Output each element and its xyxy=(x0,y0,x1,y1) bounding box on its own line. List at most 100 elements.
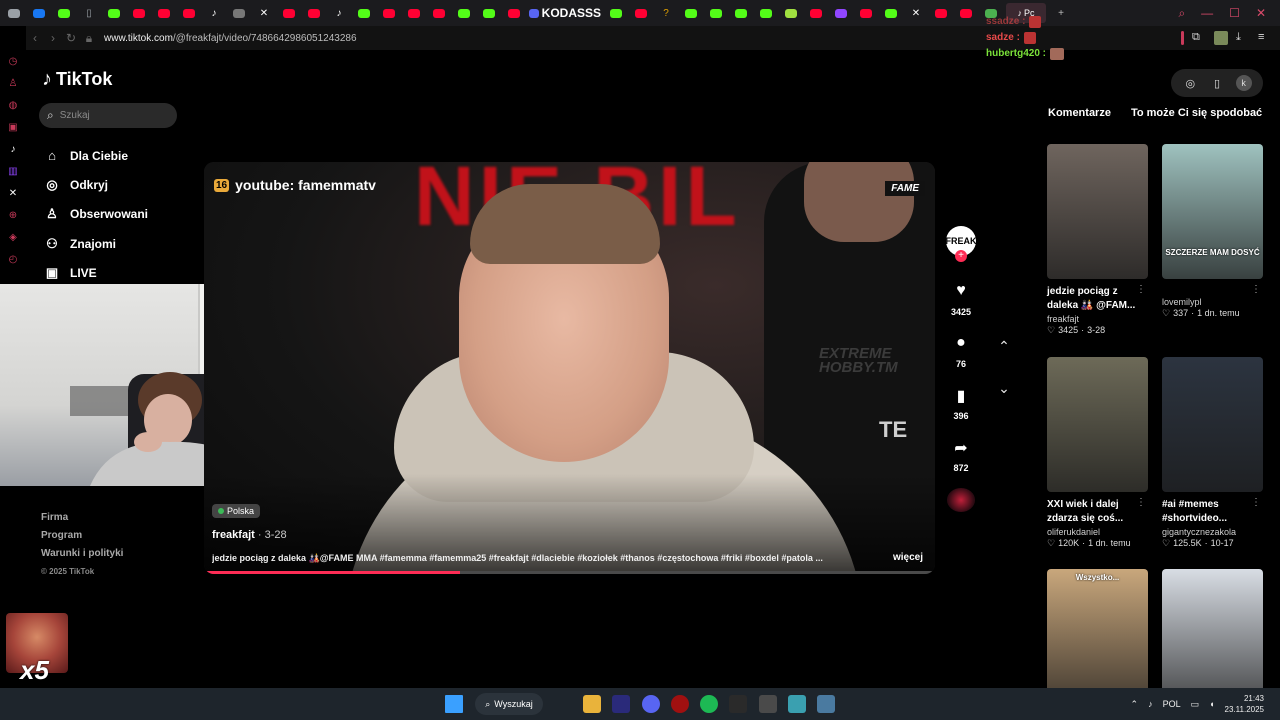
calculator-icon[interactable] xyxy=(817,695,835,713)
video-thumbnail[interactable] xyxy=(1162,569,1263,704)
volume-icon[interactable]: ◖ xyxy=(1209,699,1214,709)
video-author[interactable]: freakfajt · 3-28 xyxy=(212,529,287,541)
app-icon[interactable] xyxy=(729,695,747,713)
device-icon[interactable]: ▯ xyxy=(1209,75,1225,91)
browser-tab[interactable]: ? xyxy=(656,3,676,23)
more-button[interactable]: więcej xyxy=(893,552,923,563)
history-icon[interactable]: ◷ xyxy=(6,54,20,68)
maximize-icon[interactable]: ☐ xyxy=(1229,6,1240,20)
browser-tab[interactable] xyxy=(129,3,149,23)
cube-icon[interactable]: ◈ xyxy=(6,230,20,244)
reload-icon[interactable]: ↻ xyxy=(62,31,80,45)
browser-tab[interactable] xyxy=(29,3,49,23)
video-progress-bar[interactable] xyxy=(204,571,935,574)
close-icon[interactable]: ✕ xyxy=(1256,6,1266,20)
search-tabs-icon[interactable]: ⌕ xyxy=(1178,6,1185,21)
browser-tab[interactable] xyxy=(756,3,776,23)
footer-link-program[interactable]: Program xyxy=(41,527,123,545)
video-thumbnail[interactable]: SZCZERZE MAM DOSYĆ xyxy=(1162,144,1263,279)
browser-tab[interactable] xyxy=(454,3,474,23)
card-author[interactable]: gigantycznezakola xyxy=(1162,527,1263,537)
microphone-icon[interactable]: ♪ xyxy=(1148,699,1153,709)
x-icon[interactable]: ✕ xyxy=(6,186,20,200)
browser-tab[interactable] xyxy=(379,3,399,23)
messenger-icon[interactable]: ◍ xyxy=(6,98,20,112)
recommended-card[interactable]: jedzie pociąg z daleka 🎎 @FAM... ⋮ freakfa… xyxy=(1047,144,1148,336)
profile-icon[interactable] xyxy=(1214,31,1228,45)
recommended-card[interactable]: Wszystko... xyxy=(1047,569,1148,704)
chrome-icon[interactable] xyxy=(759,695,777,713)
back-icon[interactable]: ‹ xyxy=(26,31,44,45)
obs-icon[interactable] xyxy=(671,695,689,713)
browser-tab[interactable] xyxy=(781,3,801,23)
video-thumbnail[interactable]: Wszystko... xyxy=(1047,569,1148,704)
browser-tab[interactable] xyxy=(631,3,651,23)
recommended-card[interactable] xyxy=(1162,569,1263,704)
download-icon[interactable]: ⤓ xyxy=(1236,31,1250,45)
next-video-icon[interactable]: ⌄ xyxy=(996,380,1012,396)
tiktok-icon[interactable]: ♪ xyxy=(6,142,20,156)
network-icon[interactable]: ▭ xyxy=(1191,699,1200,710)
browser-tab[interactable] xyxy=(504,3,524,23)
explore-icon[interactable]: ◎ xyxy=(1182,75,1198,91)
browser-tab[interactable] xyxy=(4,3,24,23)
video-thumbnail[interactable] xyxy=(1047,357,1148,492)
recommended-card[interactable]: XXI wiek i dalej zdarza się coś... ⋮ olife… xyxy=(1047,357,1148,549)
browser-tab[interactable] xyxy=(731,3,751,23)
browser-tab[interactable] xyxy=(806,3,826,23)
browser-tab[interactable] xyxy=(856,3,876,23)
browser-tab[interactable] xyxy=(404,3,424,23)
follow-button[interactable]: + xyxy=(955,250,967,262)
comment-button[interactable]: ● 76 xyxy=(946,334,976,369)
user-icon[interactable]: ♙ xyxy=(6,76,20,90)
nav-item-explore[interactable]: ◎ Odkryj xyxy=(44,170,148,199)
browser-tab[interactable] xyxy=(681,3,701,23)
more-options-icon[interactable]: ⋮ xyxy=(1251,497,1261,508)
premiere-icon[interactable] xyxy=(612,695,630,713)
browser-tab[interactable] xyxy=(931,3,951,23)
browser-tab[interactable] xyxy=(881,3,901,23)
more-options-icon[interactable]: ⋮ xyxy=(1136,284,1146,295)
video-thumbnail[interactable] xyxy=(1047,144,1148,279)
browser-tab[interactable] xyxy=(104,3,124,23)
nav-item-for-you[interactable]: ⌂ Dla Ciebie xyxy=(44,141,148,170)
chevron-up-icon[interactable]: ⌃ xyxy=(1131,699,1139,710)
browser-tab[interactable] xyxy=(229,3,249,23)
clock-icon[interactable]: ◴ xyxy=(6,252,20,266)
menu-icon[interactable]: ≡ xyxy=(1258,31,1272,45)
file-explorer-icon[interactable] xyxy=(583,695,601,713)
location-badge[interactable]: Polska xyxy=(212,504,261,518)
start-icon[interactable] xyxy=(445,695,463,713)
minimize-icon[interactable]: — xyxy=(1201,6,1213,20)
browser-tab[interactable] xyxy=(429,3,449,23)
extensions-icon[interactable]: ⧉ xyxy=(1192,31,1206,45)
browser-tab[interactable] xyxy=(831,3,851,23)
profile-button[interactable]: k xyxy=(1235,75,1252,91)
browser-tab[interactable]: ♪ xyxy=(204,3,224,23)
browser-tab[interactable] xyxy=(279,3,299,23)
music-disc[interactable] xyxy=(947,488,975,512)
browser-tab[interactable]: ▯ xyxy=(79,3,99,23)
browser-tab[interactable] xyxy=(304,3,324,23)
browser-tab[interactable]: ✕ xyxy=(254,3,274,23)
like-button[interactable]: ♥ 3425 xyxy=(946,282,976,317)
video-thumbnail[interactable] xyxy=(1162,357,1263,492)
footer-link-company[interactable]: Firma xyxy=(41,509,123,527)
browser-tab[interactable] xyxy=(956,3,976,23)
language-indicator[interactable]: POL xyxy=(1163,699,1181,709)
browser-tab-discord[interactable]: KODASSS xyxy=(529,3,601,23)
browser-tab[interactable]: ✕ xyxy=(906,3,926,23)
recommended-card[interactable]: #ai #memes #shortvideo... ⋮ gigantycznezak… xyxy=(1162,357,1263,549)
previous-video-icon[interactable]: ⌃ xyxy=(996,338,1012,354)
tiktok-logo[interactable]: ♪ TikTok xyxy=(42,68,112,91)
browser-tab[interactable] xyxy=(706,3,726,23)
tab-recommended[interactable]: To może Ci się spodobać xyxy=(1131,107,1262,119)
discord-icon[interactable] xyxy=(642,695,660,713)
browser-tab[interactable] xyxy=(154,3,174,23)
browser-tab[interactable] xyxy=(354,3,374,23)
browser-tab[interactable] xyxy=(54,3,74,23)
forward-icon[interactable]: › xyxy=(44,31,62,45)
url-field[interactable]: www.tiktok.com/@freakfajt/video/74866429… xyxy=(104,33,357,44)
card-author[interactable]: lovemilypl xyxy=(1162,297,1263,307)
browser-tab[interactable]: ♪ xyxy=(329,3,349,23)
